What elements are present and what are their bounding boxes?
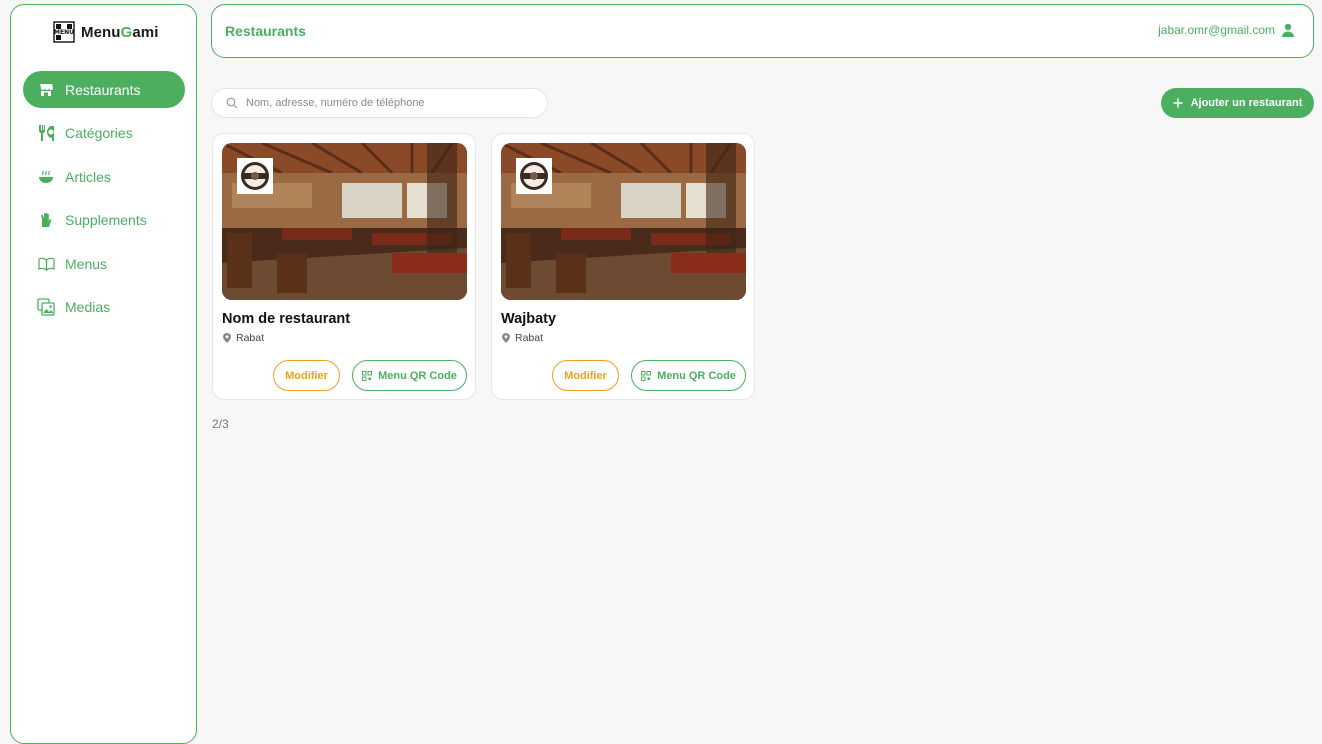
sidebar-item-restaurants[interactable]: Restaurants [23,71,185,108]
qr-code-icon [641,370,652,381]
sidebar-item-label: Menus [65,255,108,272]
user-email: jabar.omr@gmail.com [1158,23,1275,37]
restaurant-city: Rabat [515,332,544,344]
map-pin-icon [502,333,510,343]
book-icon [37,255,55,273]
sidebar-item-label: Medias [65,299,111,315]
sidebar-nav: Restaurants Catégories Articles Suppleme… [23,71,185,332]
restaurant-logo [237,158,273,194]
restaurant-photo [501,143,746,300]
sidebar-item-label: Supplements [65,212,147,228]
brand-name: MenuGami [81,23,159,41]
sidebar-item-categories[interactable]: Catégories [23,115,185,152]
edit-button[interactable]: Modifier [552,360,619,391]
sidebar-item-menus[interactable]: Menus [23,245,185,282]
sidebar-item-label: Restaurants [65,81,141,98]
hand-icon [37,211,55,229]
bowl-icon [37,168,55,186]
sidebar-item-label: Articles [65,168,111,185]
search-input[interactable] [246,97,536,109]
plus-icon [1173,98,1183,108]
restaurant-location: Rabat [223,332,264,344]
sidebar-item-supplements[interactable]: Supplements [23,202,185,239]
pagination-indicator: 2/3 [212,417,229,431]
restaurant-photo [222,143,467,300]
restaurant-card[interactable]: Nom de restaurant Rabat Modifier Menu QR… [212,133,476,400]
qr-button-label: Menu QR Code [657,369,736,382]
map-pin-icon [223,333,231,343]
top-header: Restaurants jabar.omr@gmail.com [211,4,1314,58]
sidebar-item-medias[interactable]: Medias [23,289,185,326]
brand[interactable]: MENU MenuGami [53,19,159,45]
user-menu[interactable]: jabar.omr@gmail.com [1158,23,1295,37]
page-title: Restaurants [225,23,306,39]
svg-text:MENU: MENU [54,29,74,36]
utensils-icon [37,124,55,142]
qr-menu-logo-icon: MENU [53,21,75,43]
restaurant-city: Rabat [236,332,265,344]
images-icon [37,298,55,316]
sidebar-item-articles[interactable]: Articles [23,158,185,195]
qr-button-label: Menu QR Code [378,369,457,382]
search-icon [226,97,238,109]
edit-button[interactable]: Modifier [273,360,340,391]
sidebar-item-label: Catégories [65,125,133,141]
restaurant-card[interactable]: Wajbaty Rabat Modifier Menu QR Code [491,133,755,400]
restaurant-logo [516,158,552,194]
sidebar: MENU MenuGami Restaurants Catégories Art… [10,4,197,744]
store-icon [37,81,55,99]
search-box [211,88,548,118]
qr-code-icon [362,370,373,381]
menu-qr-code-button[interactable]: Menu QR Code [352,360,467,391]
user-icon [1282,23,1294,37]
restaurant-location: Rabat [502,332,543,344]
add-restaurant-button[interactable]: Ajouter un restaurant [1161,88,1314,118]
add-restaurant-label: Ajouter un restaurant [1190,97,1303,109]
menu-qr-code-button[interactable]: Menu QR Code [631,360,746,391]
restaurant-name: Nom de restaurant [222,311,351,327]
restaurant-name: Wajbaty [501,311,557,327]
